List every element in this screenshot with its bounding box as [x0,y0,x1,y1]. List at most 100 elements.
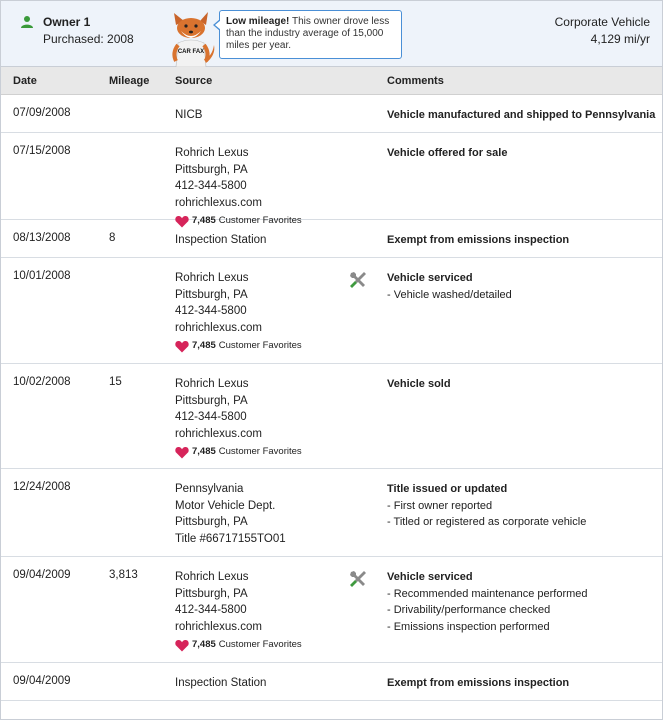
source-line: Pennsylvania [175,483,244,495]
heart-icon [175,639,189,651]
table-row: 10/01/2008 Rohrich Lexus Pittsburgh, PA 412… [1,258,662,364]
column-header-date: Date [13,75,37,87]
row-comments: Vehicle offered for sale [387,145,507,162]
source-line: Pittsburgh, PA [175,516,248,528]
owner-purchased-year: Purchased: 2008 [43,32,134,46]
row-date: 09/04/2009 [13,675,71,687]
table-row: 10/02/2008 15 Rohrich Lexus Pittsburgh, PA 4… [1,364,662,469]
column-header-mileage: Mileage [109,75,150,87]
comment-title: Vehicle serviced [387,571,473,583]
row-source: Rohrich Lexus Pittsburgh, PA 412-344-5800 r… [175,569,302,653]
source-line: Title #66717155TO01 [175,532,286,545]
service-tools-icon [350,272,366,288]
row-comments: Exempt from emissions inspection [387,232,569,249]
table-row: 09/04/2009 Inspection Station Exempt from … [1,663,662,701]
row-source: Pennsylvania Motor Vehicle Dept. Pittsburg… [175,481,286,547]
source-website-link[interactable]: rohrichlexus.com [175,426,302,443]
comment-detail: - First owner reported [387,499,493,512]
source-line: Inspection Station [175,234,267,246]
favorites-count: 7,485 [192,339,216,351]
row-mileage: 8 [109,232,116,244]
comment-detail: - Titled or registered as corporate vehi… [387,516,587,528]
table-row: 07/15/2008 Rohrich Lexus Pittsburgh, PA 412… [1,133,662,227]
comment-title: Vehicle serviced [387,272,473,284]
source-line: Rohrich Lexus [175,272,249,284]
source-line: Rohrich Lexus [175,378,249,390]
table-row: 07/09/2008 NICB Vehicle manufactured and s… [1,95,662,133]
row-date: 08/13/2008 [13,232,71,244]
row-comments: Vehicle sold [387,376,451,393]
history-table-header: Date Mileage Source Comments [1,67,662,95]
owner-name: Owner 1 [43,15,91,29]
comment-detail: - Drivability/performance checked [387,604,551,616]
row-source: Inspection Station [175,232,266,249]
source-line: 412-344-5800 [175,305,247,317]
vehicle-history-panel: Owner 1 Purchased: 2008 CAR FAX Low mile… [0,0,663,720]
source-line: Pittsburgh, PA [175,394,248,407]
comment-detail: - Vehicle washed/detailed [387,288,512,301]
source-line: Pittsburgh, PA [175,163,248,176]
table-row: 09/04/2009 3,813 Rohrich Lexus Pittsburgh, … [1,557,662,663]
heart-icon [175,340,189,352]
customer-favorites: 7,485 Customer Favorites [175,338,302,354]
comment-title: Title issued or updated [387,483,508,495]
comment-title: Vehicle offered for sale [387,147,508,159]
favorites-count: 7,485 [192,638,216,650]
favorites-count: 7,485 [192,445,216,457]
customer-favorites: 7,485 Customer Favorites [175,444,302,460]
owner-miles-per-year: 4,129 mi/yr [590,32,650,46]
column-header-source: Source [175,75,213,87]
favorites-label: Customer Favorites [218,339,302,351]
row-date: 10/01/2008 [13,270,71,282]
source-line: Motor Vehicle Dept. [175,499,276,512]
owner-vehicle-type: Corporate Vehicle [554,15,650,29]
svg-text:CAR FAX: CAR FAX [178,49,204,55]
row-mileage: 3,813 [109,569,138,581]
source-line: 412-344-5800 [175,180,247,192]
comment-detail: - Recommended maintenance performed [387,587,588,600]
low-mileage-tip: Low mileage! This owner drove less than … [213,10,402,59]
table-row: 08/13/2008 8 Inspection Station Exempt from… [1,220,662,258]
table-row: 12/24/2008 Pennsylvania Motor Vehicle Dept… [1,469,662,557]
row-date: 07/15/2008 [13,145,71,157]
row-comments: Exempt from emissions inspection [387,675,569,692]
comment-title: Vehicle manufactured and shipped to Penn… [387,109,656,121]
row-mileage: 15 [109,376,122,388]
row-source: Rohrich Lexus Pittsburgh, PA 412-344-5800 r… [175,145,302,229]
row-date: 07/09/2008 [13,107,71,119]
row-comments: Title issued or updated - First owner rep… [387,481,586,531]
comment-title: Exempt from emissions inspection [387,677,570,689]
owner-header: Owner 1 Purchased: 2008 CAR FAX Low mile… [1,1,662,68]
source-website-link[interactable]: rohrichlexus.com [175,619,302,636]
customer-favorites: 7,485 Customer Favorites [175,637,302,653]
source-line: 412-344-5800 [175,604,247,616]
favorites-label: Customer Favorites [218,445,302,457]
source-line: Pittsburgh, PA [175,587,248,600]
source-line: Rohrich Lexus [175,147,249,159]
source-line: Inspection Station [175,677,267,689]
row-date: 12/24/2008 [13,481,71,493]
service-tools-icon [350,571,366,587]
row-comments: Vehicle serviced - Vehicle washed/detaile… [387,270,512,303]
carfax-fox-mascot-icon: CAR FAX [172,12,215,68]
column-header-comments: Comments [387,75,444,87]
owner-person-icon [21,16,33,28]
row-source: NICB [175,107,202,124]
source-website-link[interactable]: rohrichlexus.com [175,320,302,337]
row-comments: Vehicle manufactured and shipped to Penn… [387,107,655,124]
comment-title: Exempt from emissions inspection [387,234,570,246]
row-date: 09/04/2009 [13,569,71,581]
source-line: NICB [175,109,203,121]
heart-icon [175,446,189,458]
row-source: Rohrich Lexus Pittsburgh, PA 412-344-5800 r… [175,376,302,460]
row-source: Rohrich Lexus Pittsburgh, PA 412-344-5800 r… [175,270,302,354]
source-line: Pittsburgh, PA [175,288,248,301]
source-line: Rohrich Lexus [175,571,249,583]
history-table-body: 07/09/2008 NICB Vehicle manufactured and s… [1,95,662,701]
source-website-link[interactable]: rohrichlexus.com [175,195,302,212]
favorites-label: Customer Favorites [218,638,302,650]
comment-title: Vehicle sold [387,378,451,390]
comment-detail: - Emissions inspection performed [387,620,550,633]
row-comments: Vehicle serviced - Recommended maintenanc… [387,569,588,635]
source-line: 412-344-5800 [175,411,247,423]
